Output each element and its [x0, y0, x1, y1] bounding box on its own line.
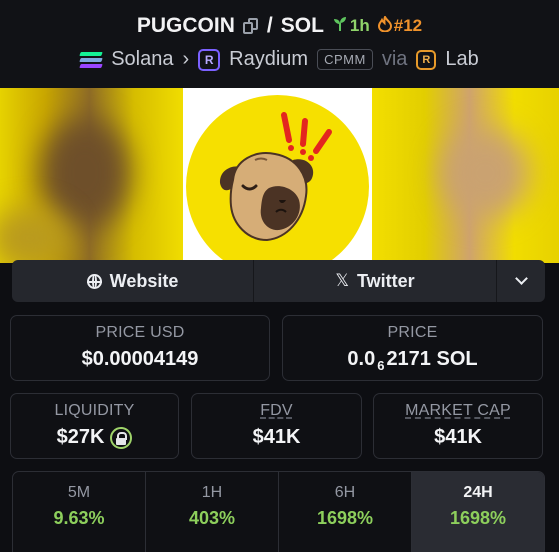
twitter-button[interactable]: 𝕏 Twitter [254, 260, 497, 302]
market-cap-value: $41K [434, 426, 482, 448]
tab-6h[interactable]: 6H 1698% [279, 472, 412, 552]
raydium-logo: R [198, 48, 221, 71]
liquidity-value: $27K [56, 426, 105, 448]
price-sol-label: PRICE [387, 324, 438, 341]
fdv-label[interactable]: FDV [192, 402, 361, 420]
tab-5m[interactable]: 5M 9.63% [13, 472, 146, 552]
tab-6h-label: 6H [334, 484, 356, 501]
liquidity-value-row: $27K [11, 426, 178, 449]
launchpad-link[interactable]: Lab [445, 48, 478, 71]
price-sol-zero-count: 6 [377, 358, 385, 373]
market-cap-card: MARKET CAP $41K [373, 393, 543, 459]
pair-breadcrumb: Solana › R Raydium CPMM via R Lab [0, 48, 559, 71]
price-sol-value: 0.0 6 2171 SOL [283, 348, 542, 373]
chevron-down-icon [514, 272, 528, 285]
via-label: via [381, 48, 408, 70]
x-logo-icon: 𝕏 [335, 271, 350, 290]
twitter-label: Twitter [357, 270, 415, 291]
token-image [183, 88, 372, 263]
pair-title-row: PUGCOIN / SOL 1h #12 [0, 14, 559, 38]
tab-24h[interactable]: 24H 1698% [412, 472, 544, 552]
price-sol-tail: 2171 SOL [386, 348, 478, 370]
chevron-right-icon: › [182, 48, 190, 70]
tab-1h-change: 403% [188, 508, 236, 528]
tab-1h-label: 1H [201, 484, 223, 501]
tab-5m-label: 5M [67, 484, 91, 501]
age-badge: 1h [332, 16, 370, 37]
tab-24h-label: 24H [463, 484, 493, 501]
rank-badge[interactable]: #12 [377, 14, 423, 37]
token-symbol: PUGCOIN [136, 14, 235, 37]
flame-icon [377, 14, 392, 37]
trending-rank: #12 [393, 16, 423, 35]
lock-icon[interactable] [110, 426, 133, 449]
more-links-button[interactable] [497, 260, 545, 302]
lab-logo: R [416, 49, 437, 70]
tab-5m-change: 9.63% [53, 508, 105, 528]
price-usd-value: $0.00004149 [81, 348, 199, 370]
tab-1h[interactable]: 1H 403% [146, 472, 279, 552]
dex-link[interactable]: Raydium [229, 48, 308, 71]
website-button[interactable]: Website [12, 260, 254, 302]
tab-24h-change: 1698% [449, 508, 507, 528]
fdv-value: $41K [252, 426, 301, 448]
website-label: Website [109, 270, 179, 291]
price-usd-card: PRICE USD $0.00004149 [10, 315, 270, 381]
pair-age: 1h [349, 16, 370, 35]
globe-icon [86, 273, 102, 289]
price-change-tabs: 5M 9.63% 1H 403% 6H 1698% 24H 1698% [12, 471, 545, 552]
fdv-card: FDV $41K [191, 393, 362, 459]
price-sol-lead: 0.0 [347, 348, 376, 370]
pug-illustration [219, 112, 332, 242]
price-usd-label: PRICE USD [95, 324, 185, 341]
pair-separator: / [266, 14, 273, 37]
pair-header: PUGCOIN / SOL 1h #12 Solana › R Raydium … [0, 0, 559, 88]
token-banner [0, 88, 559, 263]
chain-link[interactable]: Solana [111, 48, 173, 71]
quote-symbol: SOL [280, 14, 324, 37]
liquidity-card: LIQUIDITY $27K [10, 393, 179, 459]
social-links-bar: Website 𝕏 Twitter [12, 260, 545, 302]
solana-logo [79, 51, 103, 68]
sprout-icon [332, 16, 348, 37]
copy-icon[interactable] [242, 18, 259, 34]
price-sol-card: PRICE 0.0 6 2171 SOL [282, 315, 543, 381]
liquidity-label: LIQUIDITY [54, 402, 135, 419]
market-cap-label[interactable]: MARKET CAP [374, 402, 542, 420]
pool-type-badge: CPMM [317, 49, 373, 70]
tab-6h-change: 1698% [316, 508, 374, 528]
